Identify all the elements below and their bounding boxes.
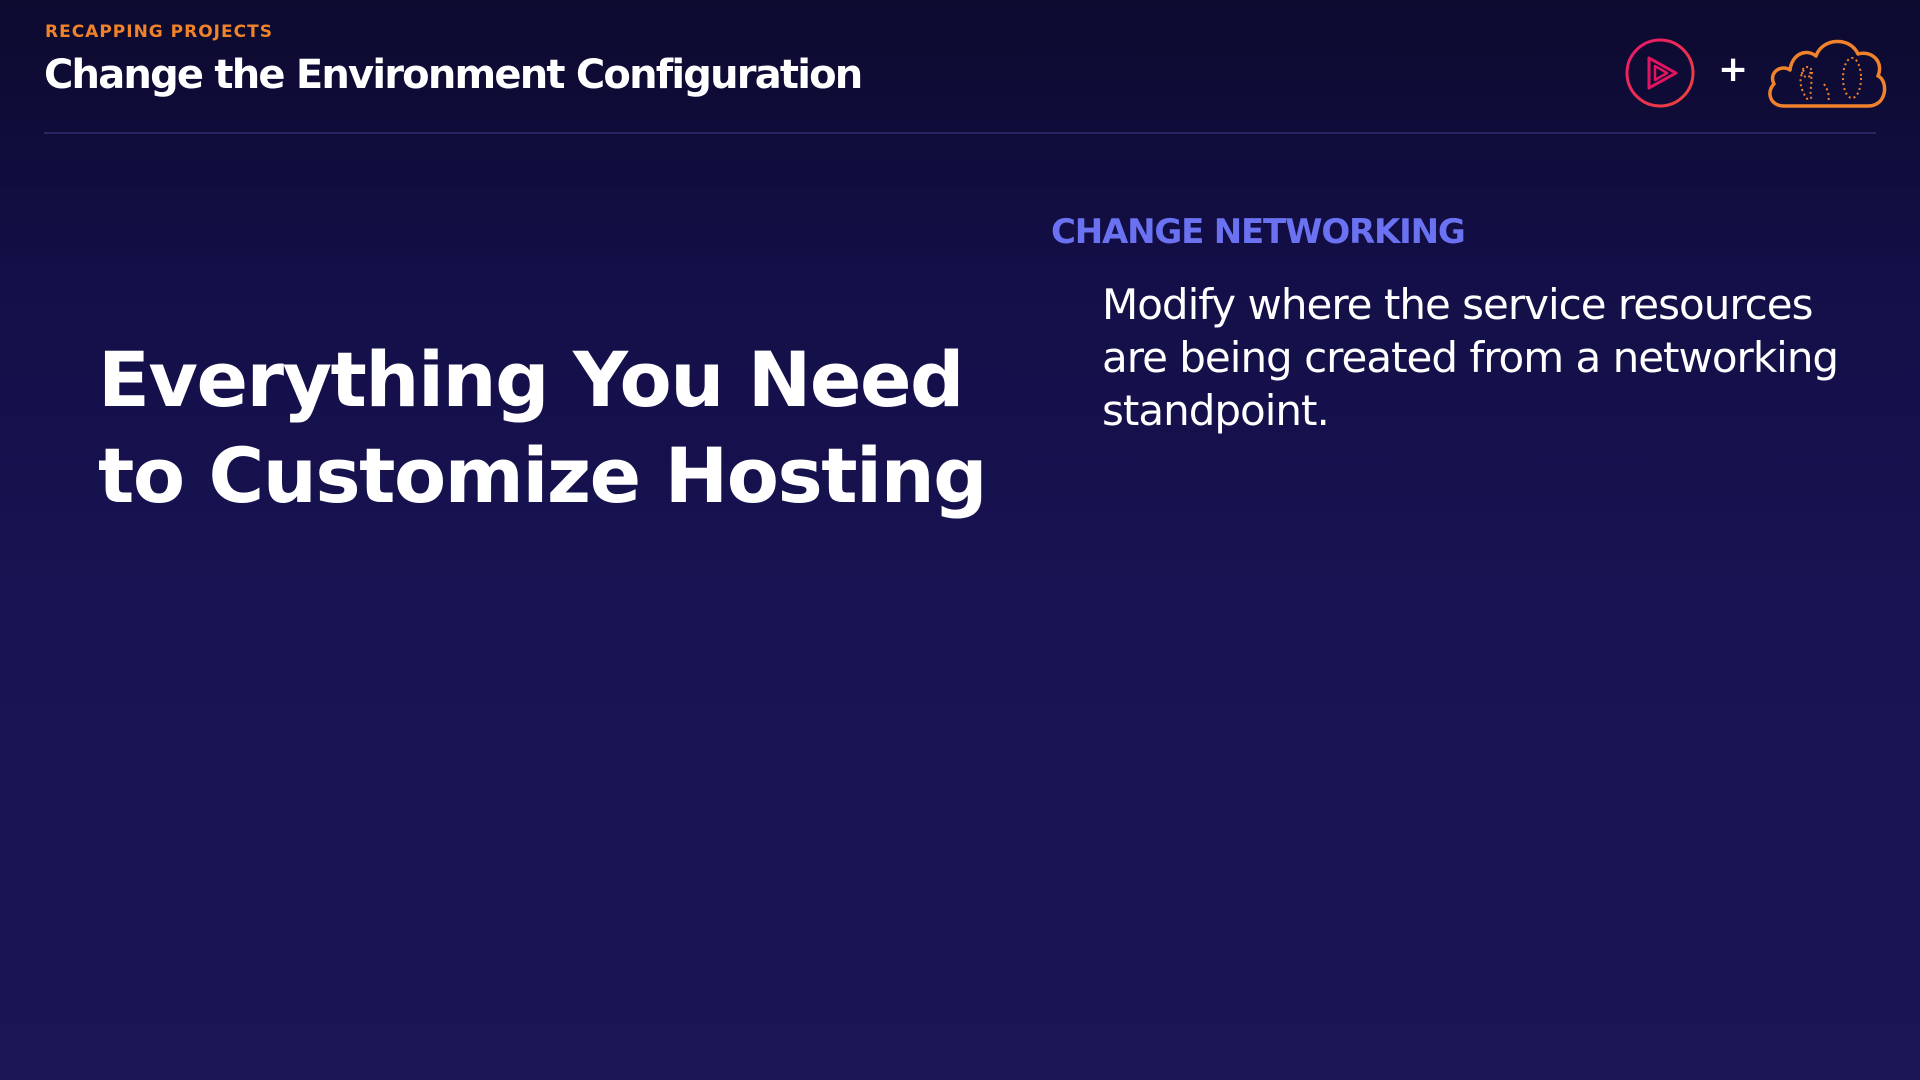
section-body-text: Modify where the service resources are b… [1102,280,1839,435]
eyebrow-label: RECAPPING PROJECTS [45,22,273,42]
hero-title-line-2: to Customize Hosting [98,431,988,520]
page-title: Change the Environment Configuration [44,52,863,98]
cloud-icon [1764,34,1888,110]
hero-title-line-1: Everything You Need [98,335,964,424]
hero-title: Everything You Need to Customize Hosting [98,332,988,524]
section-heading: CHANGE NETWORKING [1051,212,1466,252]
plus-sign: + [1718,49,1749,90]
header-divider [44,132,1876,134]
pluralsight-play-icon [1624,37,1696,109]
